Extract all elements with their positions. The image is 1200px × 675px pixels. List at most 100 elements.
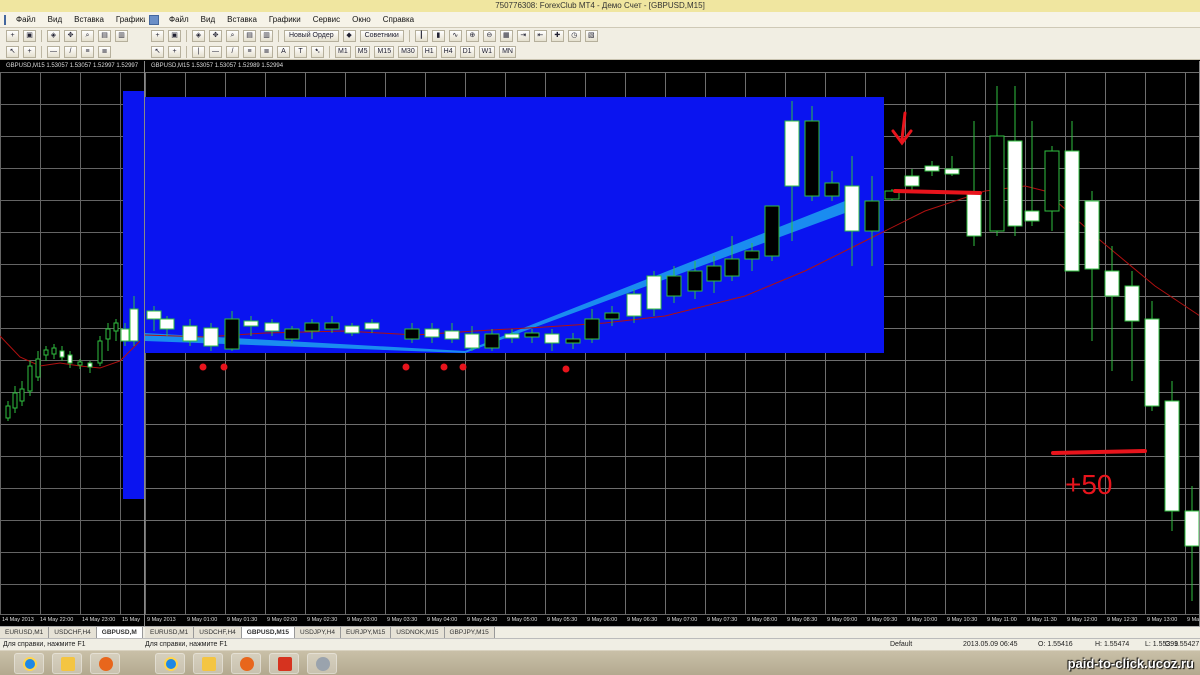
time-label: 9 May 12:30 <box>1107 617 1138 623</box>
profiles-icon[interactable]: ▣ <box>168 30 181 42</box>
tab-eurusd[interactable]: EURUSD,M1 <box>145 627 195 638</box>
menu-help[interactable]: Справка <box>377 15 420 24</box>
arrows-icon[interactable]: ➷ <box>311 46 324 58</box>
tab-usdnok[interactable]: USDNOK,M15 <box>391 627 445 638</box>
hline-icon[interactable]: — <box>209 46 222 58</box>
meta-editor-icon[interactable]: ◆ <box>342 30 356 42</box>
tab-eurjpy[interactable]: EURJPY,M15 <box>340 627 392 638</box>
candle-body <box>784 120 800 187</box>
tab-usdchf[interactable]: USDCHF,H4 <box>49 627 97 638</box>
profiles-icon[interactable]: ▣ <box>23 30 36 42</box>
forexclub-icon[interactable] <box>269 653 299 674</box>
trendline-icon[interactable]: / <box>226 46 239 58</box>
autoscroll-icon[interactable]: ⇥ <box>516 30 530 42</box>
periods-icon[interactable]: ◷ <box>567 30 581 42</box>
terminal-icon[interactable]: ▤ <box>98 30 111 42</box>
new-chart-icon[interactable]: + <box>151 30 164 42</box>
time-label: 9 May 06:30 <box>627 617 658 623</box>
data-window-icon[interactable]: ⌕ <box>81 30 94 42</box>
label-icon[interactable]: T <box>294 46 307 58</box>
settings-icon[interactable] <box>307 653 337 674</box>
chart-shift-icon[interactable]: ⇤ <box>533 30 547 42</box>
tile-windows-icon[interactable]: ▦ <box>499 30 513 42</box>
tab-usdchf[interactable]: USDCHF,H4 <box>194 627 242 638</box>
chart-tabs-left: EURUSD,M1 USDCHF,H4 GBPUSD,M <box>0 626 145 638</box>
crosshair-icon[interactable]: + <box>168 46 181 58</box>
tf-m30[interactable]: M30 <box>398 46 418 58</box>
candle-body <box>565 338 581 344</box>
crosshair-icon[interactable]: + <box>23 46 36 58</box>
navigator-icon[interactable]: ✥ <box>64 30 77 42</box>
new-chart-icon[interactable]: + <box>6 30 19 42</box>
chart-window-main[interactable]: GBPUSD,M15 1.53057 1.53057 1.52989 1.529… <box>145 61 1200 626</box>
fibo-icon[interactable]: ≣ <box>98 46 111 58</box>
firefox-icon[interactable] <box>231 653 261 674</box>
tab-gbpjpy[interactable]: GBPJPY,M15 <box>444 627 495 638</box>
tab-usdjpy[interactable]: USDJPY,H4 <box>295 627 341 638</box>
ie-icon[interactable] <box>14 653 44 674</box>
tf-mn[interactable]: MN <box>499 46 516 58</box>
tf-h4[interactable]: H4 <box>440 46 456 58</box>
candle-chart-icon[interactable]: ▮ <box>431 30 445 42</box>
text-icon[interactable]: A <box>277 46 290 58</box>
tf-d1[interactable]: D1 <box>459 46 475 58</box>
hline-icon[interactable]: — <box>47 46 60 58</box>
indicators-icon[interactable]: ✚ <box>550 30 564 42</box>
explorer-icon[interactable] <box>193 653 223 674</box>
channel-icon[interactable]: ≡ <box>243 46 256 58</box>
tab-eurusd[interactable]: EURUSD,M1 <box>0 627 50 638</box>
menu-window[interactable]: Окно <box>346 15 377 24</box>
candle-body <box>1084 200 1100 270</box>
zoom-in-icon[interactable]: ⊕ <box>465 30 479 42</box>
menu-file[interactable]: Файл <box>163 15 195 24</box>
market-watch-icon[interactable]: ◈ <box>192 30 205 42</box>
menu-charts[interactable]: Графики <box>263 15 307 24</box>
trendline-icon[interactable]: / <box>64 46 77 58</box>
tf-m5[interactable]: M5 <box>354 46 371 58</box>
terminal-icon[interactable]: ▤ <box>243 30 256 42</box>
channel-icon[interactable]: ≡ <box>81 46 94 58</box>
cursor-icon[interactable]: ↖ <box>151 46 164 58</box>
menu-view[interactable]: Вид <box>195 15 221 24</box>
time-label: 9 May 11:00 <box>987 617 1017 623</box>
templates-icon[interactable]: ▧ <box>584 30 598 42</box>
menu-file[interactable]: Файл <box>10 15 42 24</box>
bar-chart-icon[interactable]: ┃ <box>414 30 428 42</box>
time-label: 9 May 03:00 <box>347 617 378 623</box>
line-chart-icon[interactable]: ∿ <box>448 30 462 42</box>
ie-icon[interactable] <box>155 653 185 674</box>
cursor-icon[interactable]: ↖ <box>6 46 19 58</box>
candle-body <box>764 205 780 257</box>
menu-insert[interactable]: Вставка <box>68 15 110 24</box>
data-window-icon[interactable]: ⌕ <box>226 30 239 42</box>
candle-body <box>989 135 1005 232</box>
candle-body <box>224 318 240 350</box>
vline-icon[interactable]: | <box>192 46 205 58</box>
menu-view[interactable]: Вид <box>42 15 68 24</box>
new-order-button[interactable]: Новый Ордер <box>284 30 339 42</box>
firefox-icon[interactable] <box>90 653 120 674</box>
chart-window-left[interactable]: GBPUSD,M15 1.53057 1.53057 1.52997 1.529… <box>0 61 145 626</box>
candle-body <box>444 330 460 340</box>
tf-m1[interactable]: M1 <box>335 46 351 58</box>
market-watch-icon[interactable]: ◈ <box>47 30 60 42</box>
strategy-tester-icon[interactable]: ▥ <box>260 30 273 42</box>
time-label: 9 May 04:30 <box>467 617 498 623</box>
fibo-icon[interactable]: ≣ <box>260 46 273 58</box>
menu-tools[interactable]: Сервис <box>307 15 346 24</box>
navigator-icon[interactable]: ✥ <box>209 30 222 42</box>
candle-body <box>146 310 162 320</box>
tab-gbpusd[interactable]: GBPUSD,M15 <box>241 627 296 638</box>
tab-gbpusd[interactable]: GBPUSD,M <box>96 627 143 638</box>
tf-w1[interactable]: W1 <box>478 46 496 58</box>
tf-m15[interactable]: M15 <box>374 46 395 58</box>
tf-h1[interactable]: H1 <box>421 46 437 58</box>
explorer-icon[interactable] <box>52 653 82 674</box>
strategy-tester-icon[interactable]: ▥ <box>115 30 128 42</box>
menu-insert[interactable]: Вставка <box>221 15 263 24</box>
signal-dot <box>562 365 570 373</box>
zoom-out-icon[interactable]: ⊖ <box>482 30 496 42</box>
statusbar-left: Для справки, нажмите F1 <box>0 638 145 650</box>
candle-body <box>159 318 175 330</box>
expert-advisors-button[interactable]: Советники <box>359 30 404 42</box>
